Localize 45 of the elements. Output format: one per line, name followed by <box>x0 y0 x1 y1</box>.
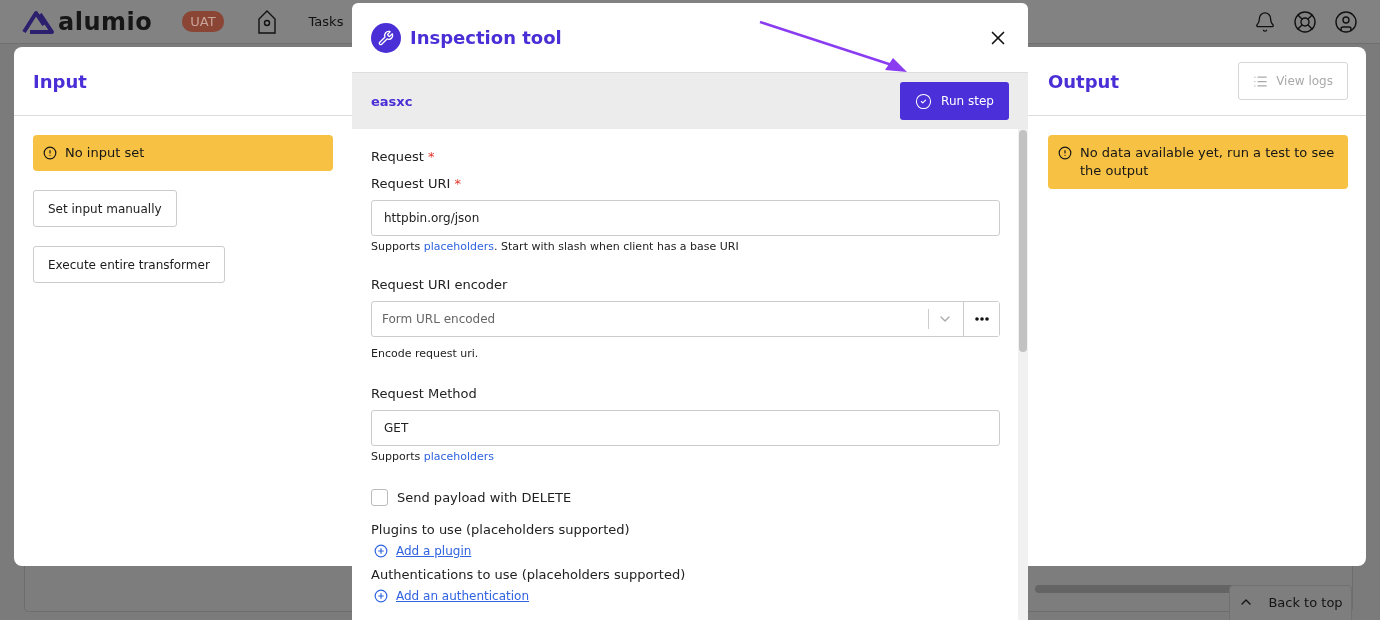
checkbox-label[interactable]: Send payload with DELETE <box>371 489 1000 506</box>
field-label: Plugins to use (placeholders supported) <box>371 522 631 537</box>
dialog-title: Inspection tool <box>410 27 563 48</box>
field-label: Request URI encoder <box>371 277 509 292</box>
add-link[interactable]: Add a plugin <box>374 544 1000 558</box>
run-step-button[interactable]: Run step <box>900 82 1009 120</box>
add-link[interactable]: Add an authentication <box>374 589 1000 603</box>
check-circle-icon <box>915 92 933 110</box>
help-text: Encode request uri. <box>371 347 480 360</box>
nav-link[interactable]: Tasks <box>308 14 344 29</box>
step-name: easxc <box>371 93 413 109</box>
plus-circle-icon <box>374 589 388 603</box>
environment-badge: UAT <box>182 11 224 32</box>
field-label: Authentications to use (placeholders supported) <box>371 567 687 582</box>
home-icon[interactable] <box>256 8 277 35</box>
field-label: Request * <box>371 149 436 164</box>
tools-icon <box>371 22 401 53</box>
text-field[interactable]: httpbin.org/json <box>371 200 1000 236</box>
scrollbar[interactable] <box>1018 129 1028 620</box>
user-icon[interactable] <box>1334 9 1358 34</box>
panel-title: Input <box>33 70 88 92</box>
ellipsis-icon <box>974 317 989 321</box>
placeholders-link[interactable]: placeholders <box>423 450 495 463</box>
list-icon <box>1253 73 1269 89</box>
bell-icon[interactable] <box>1254 10 1276 33</box>
alert-text: No input set <box>65 144 145 162</box>
plus-circle-icon <box>374 544 388 558</box>
action-button[interactable]: Set input manually <box>33 190 177 227</box>
panel-title: Output <box>1048 70 1120 92</box>
alert-icon <box>43 146 57 160</box>
logo[interactable]: alumio <box>22 7 153 36</box>
help-text: Supports placeholders. Start with slash when client has a base URI <box>371 240 740 253</box>
field-label: Request URI * <box>371 176 462 191</box>
text-field[interactable]: GET <box>371 410 1000 446</box>
alert-text: No data available yet, run a test to see the output <box>1080 144 1336 180</box>
alert-icon <box>1058 146 1072 160</box>
lifebuoy-icon[interactable] <box>1293 9 1317 34</box>
back-to-top-button[interactable]: Back to top <box>1229 585 1352 620</box>
help-text: Supports placeholders <box>371 450 496 463</box>
more-button[interactable] <box>963 302 999 336</box>
action-button[interactable]: Execute entire transformer <box>33 246 225 283</box>
field-label: Request Method <box>371 386 478 401</box>
select-field[interactable]: Form URL encoded <box>371 301 1000 337</box>
checkbox[interactable] <box>371 489 388 506</box>
logo-icon <box>22 9 54 34</box>
